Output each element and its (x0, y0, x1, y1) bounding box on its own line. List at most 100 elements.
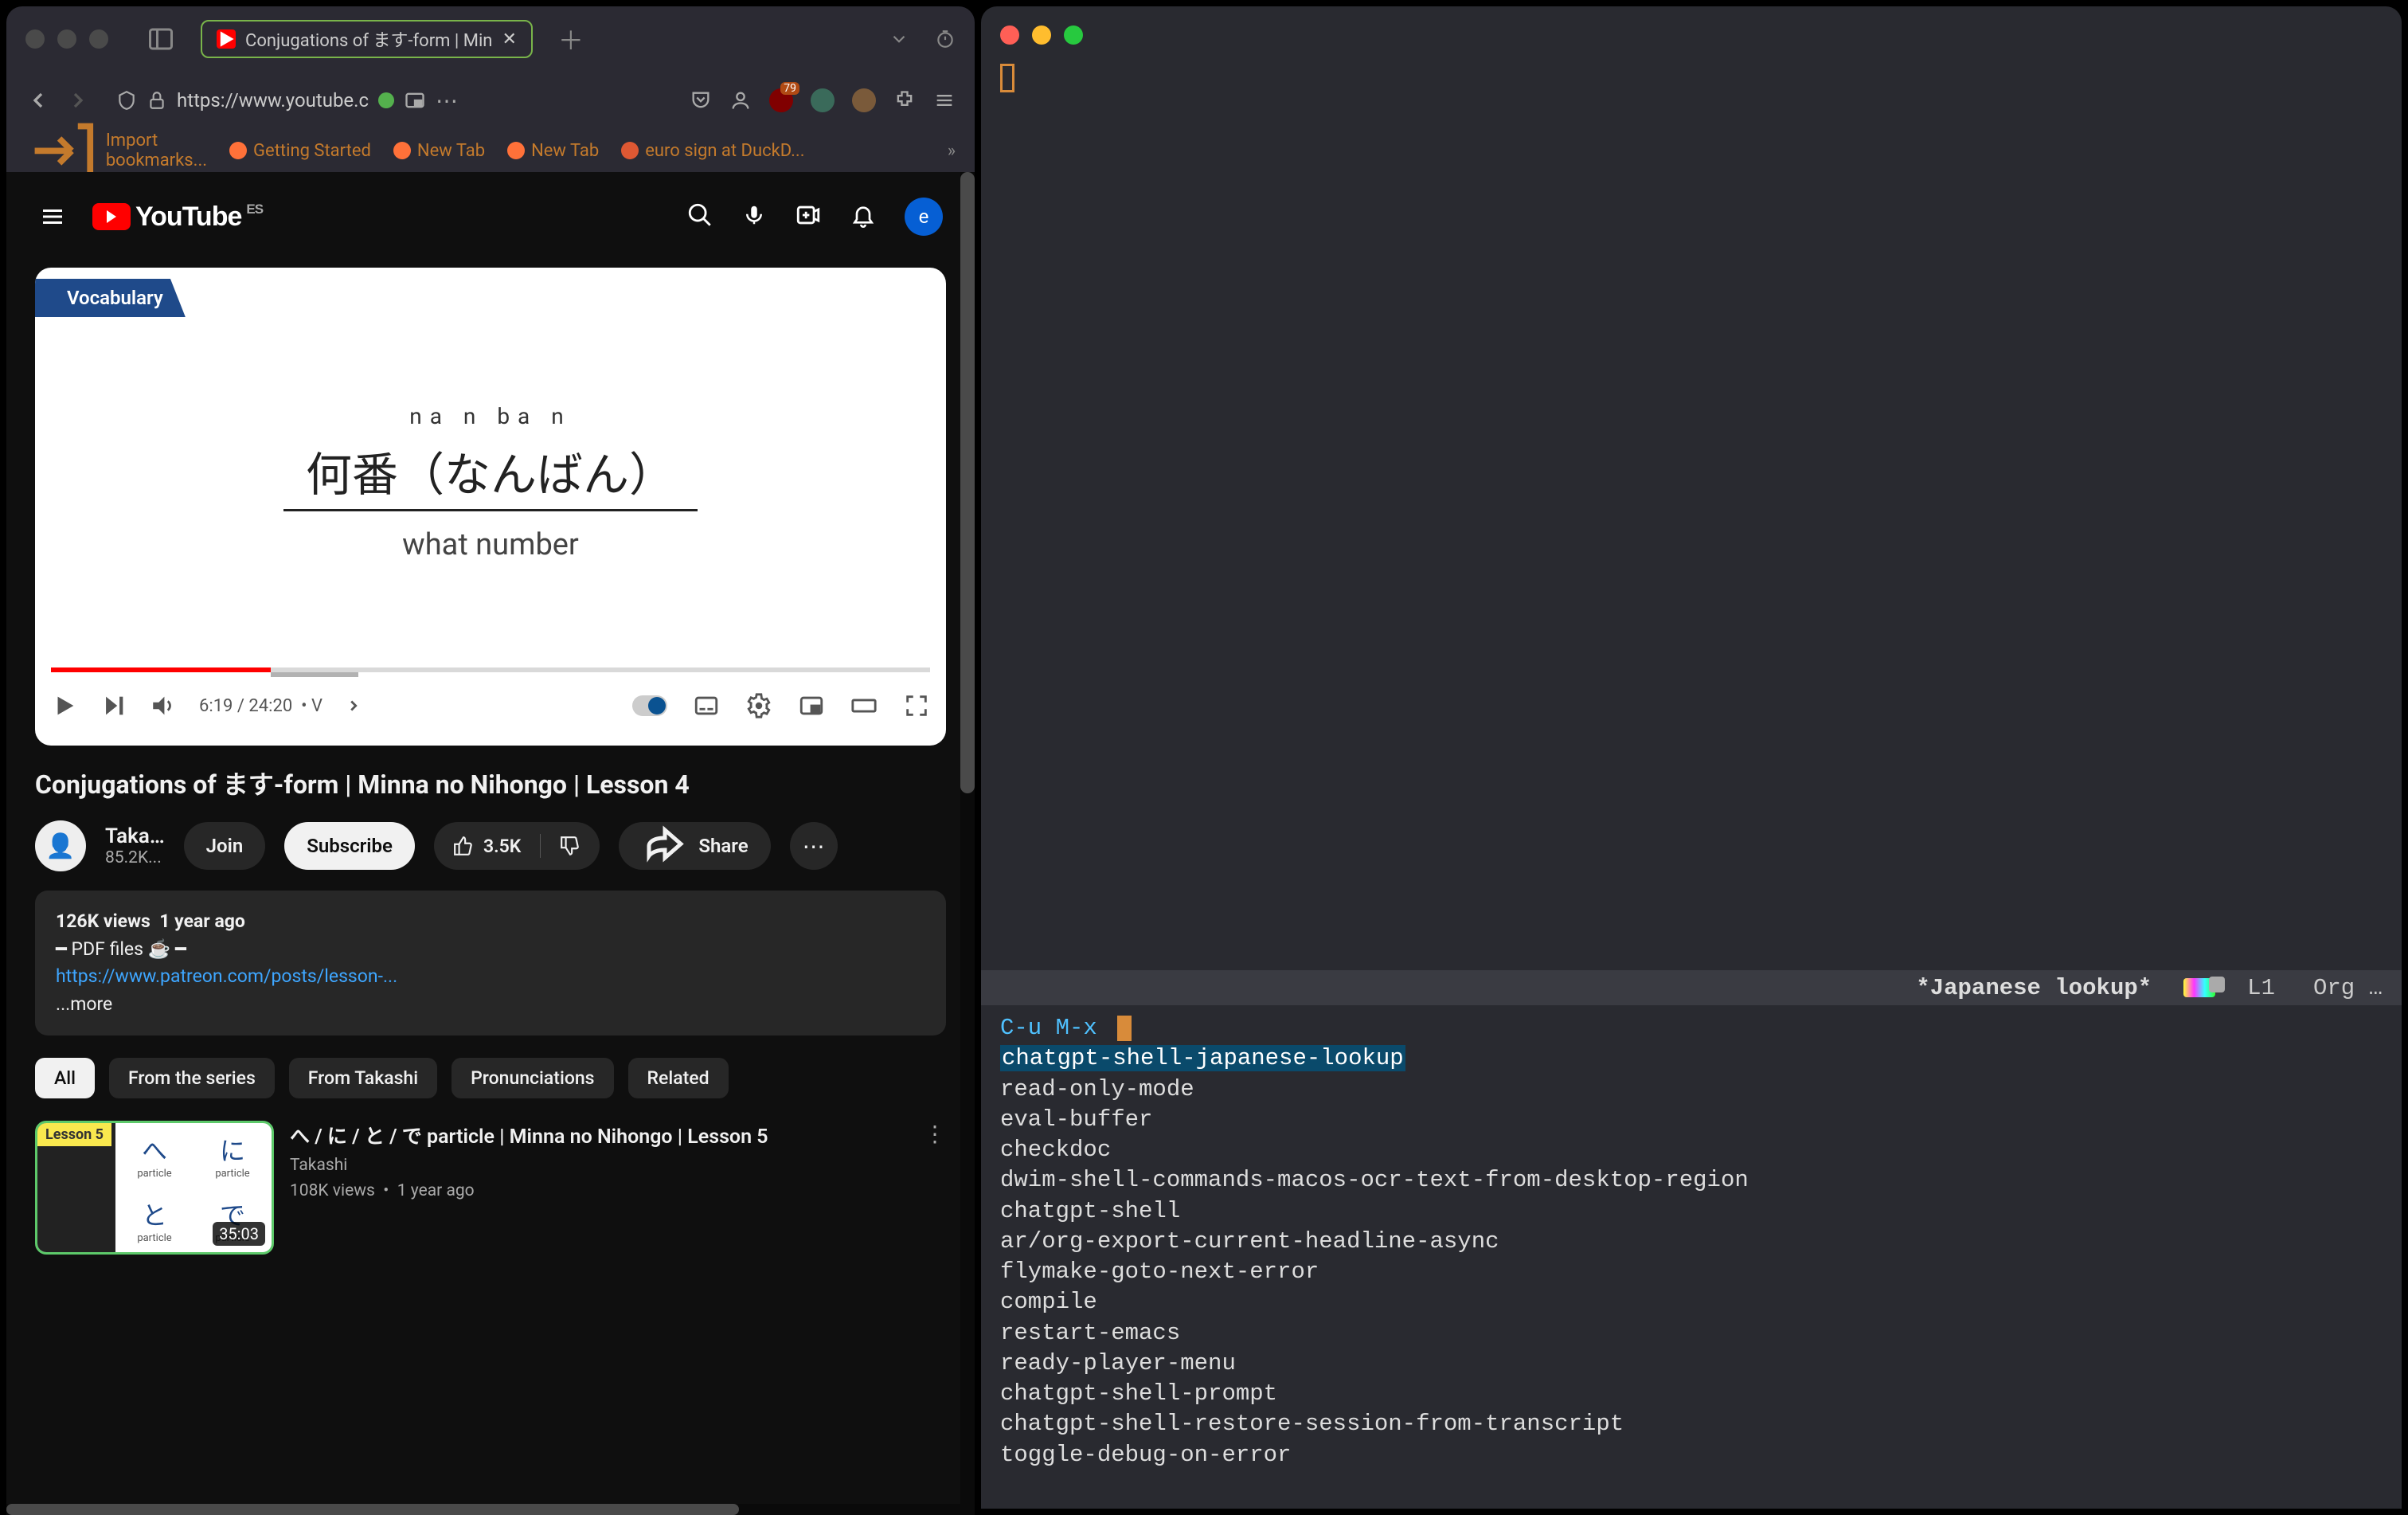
desc-link[interactable]: https://www.patreon.com/posts/lesson-... (56, 965, 397, 987)
browser-tab-active[interactable]: Conjugations of ます-form | Min ✕ (201, 20, 533, 58)
completion-item[interactable]: chatgpt-shell (1000, 1196, 2383, 1227)
firefox-icon (507, 142, 525, 159)
completion-item[interactable]: checkdoc (1000, 1135, 2383, 1165)
chip-pronunciations[interactable]: Pronunciations (452, 1058, 613, 1098)
close-window-dot[interactable] (25, 29, 45, 49)
create-icon[interactable] (795, 202, 822, 232)
autoplay-toggle[interactable] (632, 695, 667, 716)
chip-all[interactable]: All (35, 1058, 95, 1098)
share-button[interactable]: Share (619, 822, 770, 870)
join-label: Join (206, 835, 244, 857)
chip-related[interactable]: Related (628, 1058, 729, 1098)
like-button[interactable]: 3.5K (434, 836, 540, 857)
lock-icon[interactable] (147, 90, 167, 111)
recommendation-thumbnail[interactable]: Lesson 5 へparticle にparticle とparticle で… (35, 1121, 274, 1255)
rec-more-icon[interactable]: ⋮ (924, 1121, 946, 1147)
seek-bar[interactable] (51, 667, 930, 672)
scrollbar-thumb[interactable] (960, 172, 975, 793)
completion-item[interactable]: read-only-mode (1000, 1075, 2383, 1105)
minibuffer[interactable]: C-u M-x chatgpt-shell-japanese-lookup re… (981, 1005, 2402, 1509)
desc-more[interactable]: ...more (56, 993, 112, 1015)
all-tabs-icon[interactable] (889, 27, 909, 51)
youtube-content: Vocabulary na n ba n 何番（なんばん） what numbe… (6, 261, 975, 1515)
tab-close-icon[interactable]: ✕ (502, 29, 516, 49)
completion-item[interactable]: dwim-shell-commands-macos-ocr-text-from-… (1000, 1165, 2383, 1196)
more-actions-button[interactable]: ⋯ (790, 822, 838, 870)
bookmark-new-tab-1[interactable]: New Tab (393, 141, 485, 161)
minimize-window-dot[interactable] (1032, 25, 1051, 45)
completion-item[interactable]: chatgpt-shell-restore-session-from-trans… (1000, 1409, 2383, 1439)
bookmark-getting-started[interactable]: Getting Started (229, 141, 371, 161)
menu-icon[interactable] (933, 89, 956, 112)
description-box[interactable]: 126K views 1 year ago ━ PDF files ☕ ━ ht… (35, 891, 946, 1035)
zoom-window-dot[interactable] (89, 29, 108, 49)
tracking-shield-icon[interactable] (116, 90, 137, 111)
notifications-icon[interactable] (850, 202, 876, 231)
forward-button[interactable] (65, 88, 91, 113)
join-button[interactable]: Join (184, 822, 266, 870)
bookmark-new-tab-2[interactable]: New Tab (507, 141, 599, 161)
video-player[interactable]: Vocabulary na n ba n 何番（なんばん） what numbe… (35, 268, 946, 746)
subscribe-button[interactable]: Subscribe (284, 822, 415, 870)
guide-icon[interactable] (38, 202, 67, 231)
youtube-page: YouTube ES e Vocabulary na n ba n 何番（なんば… (6, 172, 975, 1515)
account-icon[interactable] (729, 89, 752, 112)
completion-item[interactable]: toggle-debug-on-error (1000, 1440, 2383, 1470)
toolbar-extensions: 79 (690, 88, 956, 112)
bookmarks-overflow-icon[interactable]: » (948, 141, 956, 161)
chip-series[interactable]: From the series (109, 1058, 275, 1098)
new-tab-button[interactable]: ＋ (558, 21, 584, 57)
play-icon[interactable] (51, 692, 78, 719)
captions-icon[interactable] (693, 692, 720, 719)
close-window-dot[interactable] (1000, 25, 1019, 45)
miniplayer-icon[interactable] (798, 692, 825, 719)
fullscreen-icon[interactable] (903, 692, 930, 719)
extension-icon-2[interactable] (852, 88, 876, 112)
chip-from-channel[interactable]: From Takashi (289, 1058, 437, 1098)
dislike-button[interactable] (541, 836, 600, 856)
bookmark-label: New Tab (531, 141, 599, 161)
settings-icon[interactable] (745, 692, 772, 719)
completion-item[interactable]: eval-buffer (1000, 1105, 2383, 1135)
next-icon[interactable] (100, 692, 127, 719)
completion-item[interactable]: flymake-goto-next-error (1000, 1257, 2383, 1287)
completion-item[interactable]: chatgpt-shell-prompt (1000, 1379, 2383, 1409)
theater-icon[interactable] (850, 692, 878, 719)
volume-icon[interactable] (150, 692, 177, 719)
scrollbar-thumb[interactable] (6, 1504, 739, 1515)
account-avatar[interactable]: e (905, 198, 943, 236)
url-box[interactable]: https://www.youtube.c ⋯ (105, 83, 675, 118)
search-icon[interactable] (686, 202, 713, 232)
channel-avatar[interactable]: 👤 (35, 820, 86, 871)
extensions-icon[interactable] (893, 89, 916, 112)
completion-selected[interactable]: chatgpt-shell-japanese-lookup (1000, 1045, 1405, 1071)
sidebar-toggle-icon[interactable] (147, 25, 175, 53)
ublock-icon[interactable]: 79 (769, 88, 793, 112)
completion-item[interactable]: ready-player-menu (1000, 1349, 2383, 1379)
kebab-icon[interactable]: ⋯ (436, 89, 458, 112)
recommendation-info[interactable]: へ / に / と / で particle | Minna no Nihong… (290, 1121, 908, 1200)
zoom-window-dot[interactable] (1064, 25, 1083, 45)
pocket-icon[interactable] (690, 89, 712, 112)
channel-name[interactable]: Taka… (105, 824, 165, 848)
rec-word: particle (137, 1168, 171, 1180)
total-time: 24:20 (248, 696, 292, 716)
rec-title: へ / に / と / で particle | Minna no Nihong… (290, 1121, 908, 1149)
bookmark-ddg[interactable]: euro sign at DuckD... (621, 141, 804, 161)
vertical-scrollbar[interactable] (960, 172, 975, 1515)
voice-search-icon[interactable] (742, 203, 766, 230)
extension-icon-1[interactable] (811, 88, 835, 112)
horizontal-scrollbar[interactable] (6, 1504, 975, 1515)
completion-item[interactable]: restart-emacs (1000, 1318, 2383, 1349)
permission-indicator[interactable] (378, 92, 394, 108)
minimize-window-dot[interactable] (57, 29, 76, 49)
timer-icon[interactable] (935, 27, 956, 51)
divider (283, 509, 698, 511)
pip-icon[interactable] (404, 89, 426, 112)
modeline-mode: Org … (2313, 975, 2383, 1001)
youtube-logo[interactable]: YouTube ES (92, 202, 263, 233)
chapter-next-icon[interactable] (345, 692, 362, 719)
completion-item[interactable]: compile (1000, 1287, 2383, 1317)
completion-item[interactable]: ar/org-export-current-headline-async (1000, 1227, 2383, 1257)
back-button[interactable] (25, 88, 51, 113)
